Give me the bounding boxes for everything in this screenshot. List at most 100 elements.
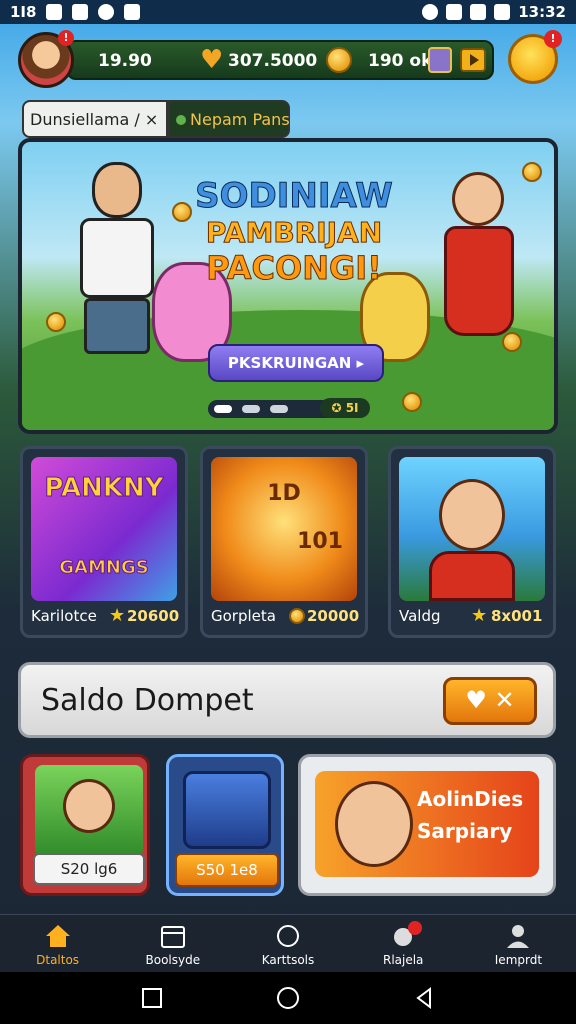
game-card[interactable]: PANKNY GAMNGS Karilotce ★ 20600: [20, 446, 188, 638]
character-face: [63, 779, 115, 833]
coin-icon: [172, 202, 192, 222]
game-card-value: 20600: [127, 607, 180, 625]
boy-face: [439, 479, 505, 551]
promo-tile[interactable]: AolinDies Sarpiary: [298, 754, 556, 896]
status-bar: 1I8 13:32: [0, 0, 576, 24]
home-button-icon[interactable]: [276, 986, 300, 1010]
promo-tile-art: [35, 765, 143, 857]
pager-count: ✪ 5I: [320, 398, 370, 418]
gift-icon[interactable]: [428, 47, 452, 73]
bottom-nav: Dtaltos Boolsyde Karttsols Rlajela Iempr…: [0, 914, 576, 972]
game-card-label: Valdg: [399, 607, 441, 625]
pager-dot[interactable]: [242, 405, 260, 413]
banner-title-line2: PAMBRIJAN: [205, 216, 383, 250]
image-icon: [72, 4, 89, 20]
nav-item-profile[interactable]: Iemprdt: [461, 915, 576, 972]
circle-icon: [277, 925, 299, 947]
game-card-value: 20000: [307, 607, 360, 625]
notification-badge: [407, 921, 422, 935]
promo-tile-line1: AolinDies: [417, 787, 524, 811]
game-icon: [124, 4, 141, 20]
play-button[interactable]: [460, 48, 486, 72]
game-card[interactable]: 1D 101 Gorpleta 20000: [200, 446, 368, 638]
game-card-value: 8x001: [491, 607, 543, 625]
heart-icon: ♥: [200, 45, 224, 75]
tab-secondary[interactable]: Nepam Pans: [168, 100, 290, 138]
stat-points: 307.5000: [228, 51, 318, 71]
promo-tile-line2: Sarpiary: [417, 819, 513, 843]
recent-apps-icon[interactable]: [140, 986, 164, 1010]
boy-shirt: [429, 551, 515, 601]
promo-banner[interactable]: SODINIAW PAMBRIJAN PACONGI! PKSKRUINGAN …: [18, 138, 558, 434]
pager-dot[interactable]: [214, 405, 232, 413]
game-card-art-subtitle: GAMNGS: [59, 557, 149, 579]
pager-dot[interactable]: [270, 405, 288, 413]
nav-label: Karttsols: [261, 953, 315, 967]
coin-icon: [522, 162, 542, 182]
man-head: [92, 162, 142, 218]
nav-item-schedule[interactable]: Boolsyde: [115, 915, 230, 972]
tab-bar: Dunsiellama / × Nepam Pans: [22, 100, 290, 138]
game-card-art-title: PANKNY: [44, 473, 164, 504]
promo-tile-price: S20 lg6: [33, 853, 145, 885]
nav-label: Rlajela: [382, 953, 424, 967]
coin-icon: [326, 47, 352, 73]
game-card-art: PANKNY GAMNGS: [31, 457, 177, 601]
game-card-art-title: 1D: [267, 481, 301, 506]
promo-tile-price[interactable]: S50 1e8: [175, 853, 279, 887]
game-card[interactable]: Valdg ★ 8x001: [388, 446, 556, 638]
game-card-art: 1D 101: [211, 457, 357, 601]
alarm-icon: [422, 4, 439, 20]
stat-coins: 190 ok: [368, 51, 433, 71]
coin-icon: [402, 392, 422, 412]
status-left-text: 1I8: [10, 3, 37, 21]
star-icon: ★: [109, 605, 126, 626]
game-card-label: Gorpleta: [211, 607, 276, 625]
promo-tile[interactable]: S20 lg6: [20, 754, 150, 896]
promo-tile[interactable]: S50 1e8: [166, 754, 284, 896]
nav-item-contacts[interactable]: Karttsols: [230, 915, 345, 972]
notification-icon: [46, 4, 63, 20]
system-nav-bar: [0, 972, 576, 1024]
character-face: [335, 781, 413, 867]
nav-item-notifications[interactable]: Rlajela: [346, 915, 461, 972]
man-body: [80, 218, 154, 298]
man-legs: [84, 298, 150, 354]
back-icon[interactable]: [412, 986, 436, 1010]
emoji-badge: !: [544, 30, 562, 48]
avatar-badge: !: [58, 30, 74, 46]
tab-secondary-label: Nepam Pans: [190, 110, 290, 129]
banner-title-line3: PACONGI!: [206, 249, 383, 288]
coin-icon: [289, 608, 305, 624]
resource-bar: 19.90 ♥ 307.5000 190 ok ! !: [16, 30, 562, 92]
signal-icon: [470, 4, 487, 20]
calendar-icon: [160, 926, 185, 948]
girl-head: [452, 172, 504, 226]
nav-item-home[interactable]: Dtaltos: [0, 915, 115, 972]
wifi-icon: [446, 4, 463, 20]
battery-icon: [494, 4, 511, 20]
nav-label: Boolsyde: [145, 953, 201, 967]
status-time: 13:32: [518, 3, 566, 21]
nav-label: Iemprdt: [494, 953, 543, 967]
game-card-label: Karilotce: [31, 607, 97, 625]
resource-strip: 19.90 ♥ 307.5000 190 ok: [66, 40, 494, 80]
banner-title-line1: SODINIAW: [195, 176, 394, 217]
wallet-balance-panel: Saldo Dompet ♥ ✕: [18, 662, 556, 738]
dot-icon: [176, 115, 186, 125]
person-icon: [507, 925, 530, 948]
stat-balance: 19.90: [98, 51, 152, 71]
banner-cta-button[interactable]: PKSKRUINGAN ▸: [208, 344, 384, 382]
game-card-art: [399, 457, 545, 601]
girl-dress: [444, 226, 514, 336]
game-card-art-subtitle: 101: [297, 529, 343, 554]
girl-character: [434, 172, 524, 372]
info-icon: [98, 4, 115, 20]
banner-title: SODINIAW PAMBRIJAN PACONGI!: [194, 176, 394, 288]
home-icon: [45, 925, 70, 947]
tab-primary[interactable]: Dunsiellama / ×: [22, 100, 168, 138]
treasure-chest-icon: [183, 771, 271, 849]
star-icon: ★: [471, 605, 488, 626]
wallet-action-button[interactable]: ♥ ✕: [443, 677, 537, 725]
nav-label: Dtaltos: [36, 953, 80, 967]
